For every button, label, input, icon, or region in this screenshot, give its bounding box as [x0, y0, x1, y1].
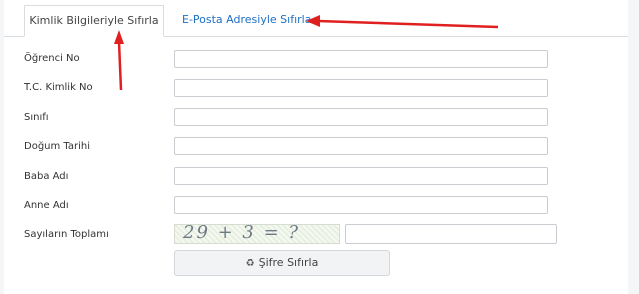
arrow-left-annotation [306, 15, 499, 29]
annotation-arrows [114, 15, 499, 91]
arrow-up-annotation [114, 30, 124, 91]
